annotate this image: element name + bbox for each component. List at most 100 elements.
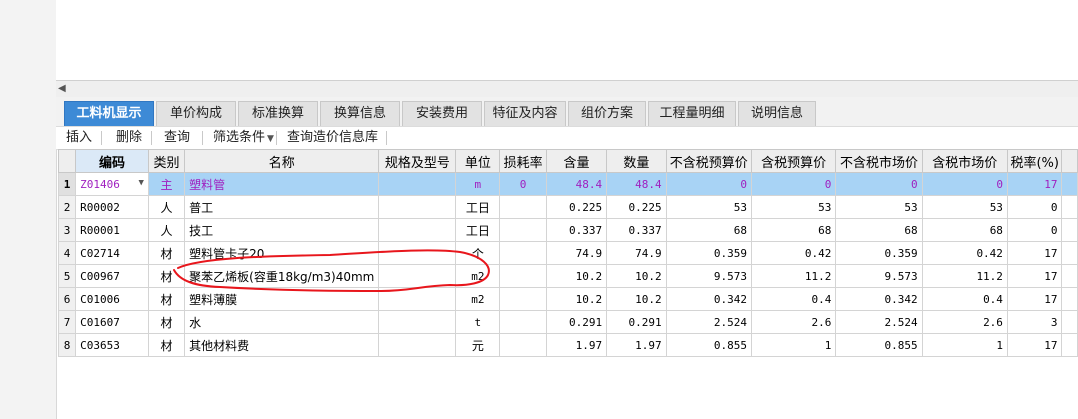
tax-rate-cell[interactable]: 17: [1006, 287, 1063, 311]
tax-rate-cell[interactable]: 17: [1006, 264, 1063, 288]
table-row[interactable]: 7 C01607 材 水 t 0.291 0.291 2.524 2.6 2.5…: [58, 310, 1078, 334]
market-price-excl-tax-cell[interactable]: 0.359: [835, 241, 923, 265]
table-row[interactable]: 3 R00001 人 技工 工日 0.337 0.337 68 68 68 68…: [58, 218, 1078, 242]
market-price-excl-tax-cell[interactable]: 0.342: [835, 287, 923, 311]
spec-cell[interactable]: [378, 172, 457, 196]
table-row[interactable]: 4 C02714 材 塑料管卡子20 个 74.9 74.9 0.359 0.4…: [58, 241, 1078, 265]
budget-price-incl-tax-cell[interactable]: 0.4: [750, 287, 837, 311]
market-price-excl-tax-cell[interactable]: 0.855: [835, 333, 923, 357]
horizontal-scrollbar[interactable]: ◀: [56, 80, 1078, 98]
budget-price-incl-tax-cell[interactable]: 11.2: [750, 264, 837, 288]
category-cell[interactable]: 材: [147, 333, 186, 357]
spec-cell[interactable]: [378, 287, 457, 311]
content-cell[interactable]: 48.4: [545, 172, 608, 196]
quantity-cell[interactable]: 48.4: [606, 172, 667, 196]
insert-button[interactable]: 插入: [66, 127, 92, 149]
filter-dropdown[interactable]: 筛选条件 ▼: [213, 127, 274, 149]
unit-cell[interactable]: m: [455, 172, 501, 196]
tax-rate-cell[interactable]: 17: [1006, 333, 1063, 357]
quantity-cell[interactable]: 10.2: [606, 264, 667, 288]
content-cell[interactable]: 1.97: [545, 333, 608, 357]
dropdown-arrow-icon[interactable]: ▼: [139, 178, 144, 188]
budget-price-incl-tax-cell[interactable]: 68: [750, 218, 837, 242]
column-header[interactable]: 不含税市场价: [835, 149, 923, 173]
budget-price-excl-tax-cell[interactable]: 68: [665, 218, 753, 242]
quantity-cell[interactable]: 1.97: [606, 333, 667, 357]
delete-button[interactable]: 删除: [116, 127, 142, 149]
market-price-excl-tax-cell[interactable]: 68: [835, 218, 923, 242]
code-cell-editor[interactable]: Z01406 ▼: [75, 172, 149, 196]
quantity-cell[interactable]: 0.225: [606, 195, 667, 219]
market-price-excl-tax-cell[interactable]: 2.524: [835, 310, 923, 334]
market-price-incl-tax-cell[interactable]: 1: [921, 333, 1008, 357]
market-price-incl-tax-cell[interactable]: 68: [921, 218, 1008, 242]
budget-price-incl-tax-cell[interactable]: 0.42: [750, 241, 837, 265]
table-row[interactable]: 5 C00967 材 聚苯乙烯板(容重18kg/m3)40mm m2 10.2 …: [58, 264, 1078, 288]
table-row[interactable]: 6 C01006 材 塑料薄膜 m2 10.2 10.2 0.342 0.4 0…: [58, 287, 1078, 311]
unit-cell[interactable]: 工日: [455, 195, 501, 219]
spec-cell[interactable]: [378, 264, 457, 288]
name-cell[interactable]: 聚苯乙烯板(容重18kg/m3)40mm: [184, 264, 380, 288]
spec-cell[interactable]: [378, 333, 457, 357]
unit-cell[interactable]: m2: [455, 287, 501, 311]
content-cell[interactable]: 0.225: [545, 195, 608, 219]
name-cell[interactable]: 塑料管卡子20: [184, 241, 380, 265]
category-cell[interactable]: 材: [147, 287, 186, 311]
unit-cell[interactable]: 元: [455, 333, 501, 357]
table-row[interactable]: 2 R00002 人 普工 工日 0.225 0.225 53 53 53 53…: [58, 195, 1078, 219]
content-cell[interactable]: 0.291: [545, 310, 608, 334]
loss-rate-cell[interactable]: [499, 287, 547, 311]
budget-price-excl-tax-cell[interactable]: 0.855: [665, 333, 753, 357]
category-cell[interactable]: 材: [147, 310, 186, 334]
content-cell[interactable]: 74.9: [545, 241, 608, 265]
column-header[interactable]: 名称: [184, 149, 380, 173]
market-price-excl-tax-cell[interactable]: 0: [835, 172, 923, 196]
market-price-excl-tax-cell[interactable]: 53: [835, 195, 923, 219]
column-header[interactable]: 编码: [75, 149, 149, 173]
column-header[interactable]: 含税预算价: [750, 149, 837, 173]
quantity-cell[interactable]: 74.9: [606, 241, 667, 265]
quantity-cell[interactable]: 0.337: [606, 218, 667, 242]
tax-rate-cell[interactable]: 0: [1006, 195, 1063, 219]
name-cell[interactable]: 塑料薄膜: [184, 287, 380, 311]
tab-unit-price[interactable]: 单价构成: [156, 101, 236, 126]
name-cell[interactable]: 技工: [184, 218, 380, 242]
loss-rate-cell[interactable]: [499, 241, 547, 265]
market-price-incl-tax-cell[interactable]: 0: [921, 172, 1008, 196]
name-cell[interactable]: 水: [184, 310, 380, 334]
column-header[interactable]: 不含税预算价: [665, 149, 753, 173]
tax-rate-cell[interactable]: 3: [1006, 310, 1063, 334]
category-cell[interactable]: 材: [147, 241, 186, 265]
loss-rate-cell[interactable]: [499, 195, 547, 219]
tab-installation-fee[interactable]: 安装费用: [402, 101, 482, 126]
code-cell[interactable]: C00967: [75, 264, 149, 288]
budget-price-incl-tax-cell[interactable]: 0: [750, 172, 837, 196]
code-cell[interactable]: R00002: [75, 195, 149, 219]
category-cell[interactable]: 材: [147, 264, 186, 288]
column-header[interactable]: 单位: [455, 149, 501, 173]
tab-pricing-plan[interactable]: 组价方案: [568, 101, 646, 126]
loss-rate-cell[interactable]: [499, 310, 547, 334]
loss-rate-cell[interactable]: [499, 218, 547, 242]
spec-cell[interactable]: [378, 195, 457, 219]
content-cell[interactable]: 10.2: [545, 264, 608, 288]
column-header[interactable]: 规格及型号: [378, 149, 457, 173]
column-header[interactable]: 类别: [147, 149, 186, 173]
market-price-incl-tax-cell[interactable]: 53: [921, 195, 1008, 219]
table-row[interactable]: 1 Z01406 ▼ 主 塑料管 m 0 48.4 48.4 0 0 0 0 17: [58, 172, 1078, 196]
tab-standard-conversion[interactable]: 标准换算: [238, 101, 318, 126]
column-header[interactable]: 含税市场价: [921, 149, 1008, 173]
tab-material-machine[interactable]: 工料机显示: [64, 101, 154, 126]
column-header[interactable]: 含量: [545, 149, 608, 173]
name-cell[interactable]: 塑料管: [184, 172, 380, 196]
loss-rate-cell[interactable]: [499, 264, 547, 288]
budget-price-excl-tax-cell[interactable]: 0.359: [665, 241, 753, 265]
unit-cell[interactable]: m2: [455, 264, 501, 288]
query-button[interactable]: 查询: [164, 127, 190, 149]
budget-price-excl-tax-cell[interactable]: 0.342: [665, 287, 753, 311]
unit-cell[interactable]: 工日: [455, 218, 501, 242]
spec-cell[interactable]: [378, 241, 457, 265]
budget-price-incl-tax-cell[interactable]: 1: [750, 333, 837, 357]
loss-rate-cell[interactable]: 0: [499, 172, 547, 196]
code-cell[interactable]: C01607: [75, 310, 149, 334]
